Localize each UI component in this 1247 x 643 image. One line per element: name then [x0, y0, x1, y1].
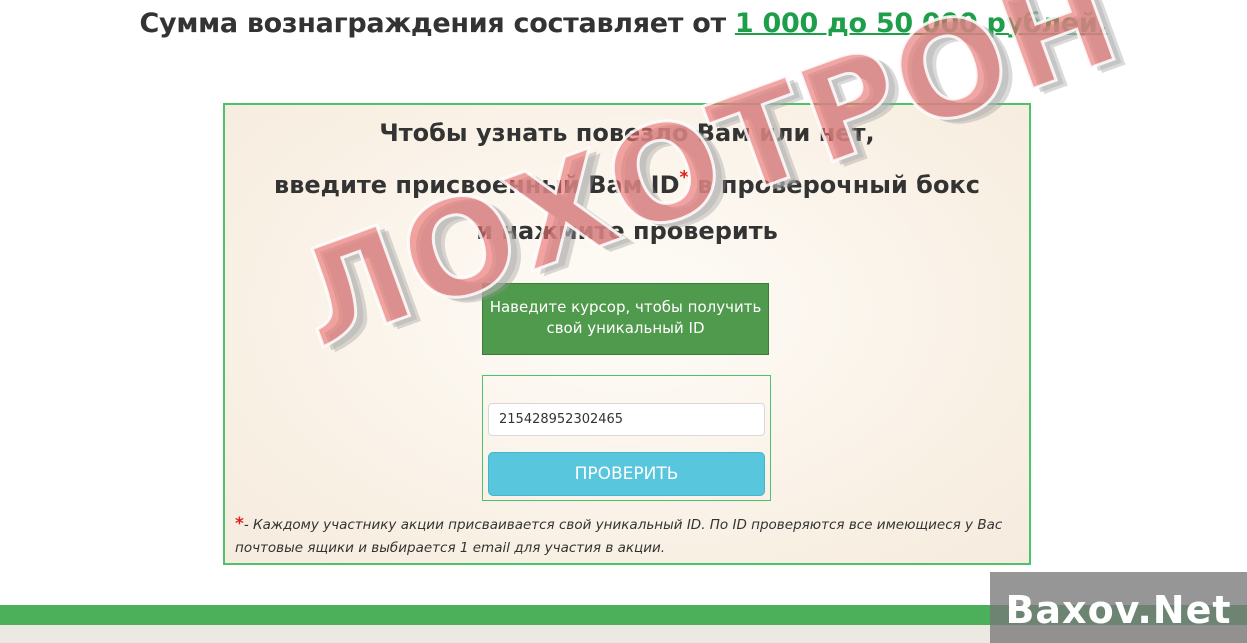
- instruction-line-2-tail: в проверочный бокс: [688, 171, 980, 199]
- instruction-line-2-text: введите присвоенный Вам ID: [274, 171, 680, 199]
- site-watermark: Baxov.Net: [990, 572, 1247, 643]
- footnote-text: - Каждому участнику акции присваивается …: [235, 517, 1003, 556]
- reward-headline-text: Сумма вознаграждения составляет от: [139, 8, 735, 39]
- instruction-line-1: Чтобы узнать повезло Вам или нет,: [379, 119, 875, 147]
- id-footnote: *- Каждому участнику акции присваивается…: [235, 513, 1025, 560]
- instruction-asterisk: *: [679, 167, 689, 188]
- check-button[interactable]: ПРОВЕРИТЬ: [488, 452, 765, 496]
- reward-headline: Сумма вознаграждения составляет от 1 000…: [0, 8, 1247, 39]
- get-id-hover-box[interactable]: Наведите курсор, чтобы получить свой уни…: [482, 283, 769, 355]
- id-input[interactable]: [488, 403, 765, 436]
- reward-range-link[interactable]: 1 000 до 50 000 рублей.: [735, 8, 1108, 39]
- instruction-line-3: и нажмите проверить: [476, 217, 778, 245]
- footnote-asterisk: *: [235, 514, 244, 534]
- promo-check-panel: Чтобы узнать повезло Вам или нет, введит…: [223, 103, 1031, 565]
- instruction-line-2: введите присвоенный Вам ID* в проверочны…: [225, 167, 1029, 199]
- id-check-form: ПРОВЕРИТЬ: [482, 375, 771, 501]
